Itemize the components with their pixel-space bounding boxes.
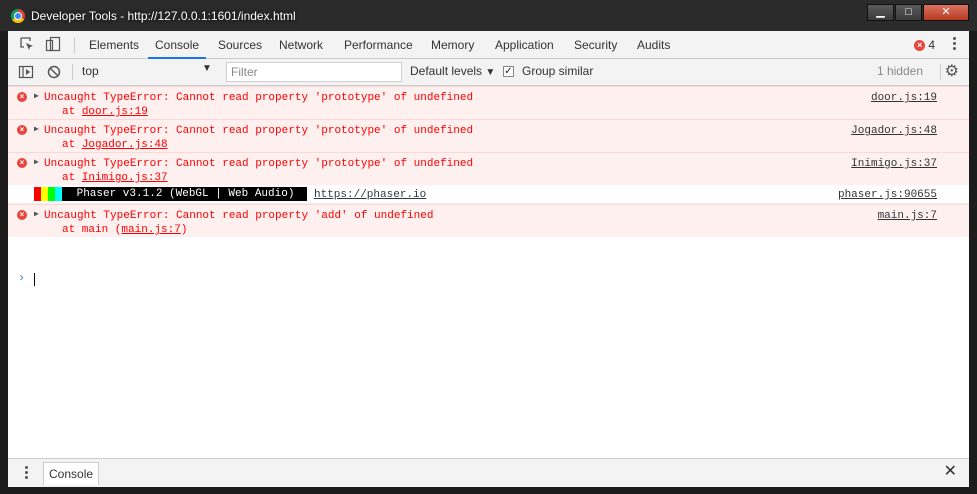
phaser-banner: Phaser v3.1.2 (WebGL | Web Audio) <box>34 187 308 201</box>
close-icon[interactable]: ✕ <box>944 463 957 481</box>
panel-tabbar: Elements Console Sources Network Perform… <box>8 31 969 59</box>
stack-at-prefix: at main ( <box>62 224 122 236</box>
hidden-count: 1 hidden <box>876 64 923 78</box>
source-link[interactable]: Inimigo.js:37 <box>851 157 937 171</box>
source-link[interactable]: Jogador.js:48 <box>851 124 937 138</box>
console-error-row: × ▶ Uncaught TypeError: Cannot read prop… <box>8 204 969 237</box>
error-icon: × <box>17 125 27 135</box>
more-options-icon[interactable] <box>953 37 957 53</box>
group-similar-label: Group similar <box>522 64 594 78</box>
expand-triangle-icon[interactable]: ▶ <box>34 158 39 168</box>
console-error-row: × ▶ Uncaught TypeError: Cannot read prop… <box>8 152 969 185</box>
stack-at-label: at <box>62 106 76 118</box>
tab-network[interactable]: Network <box>279 31 323 59</box>
drawer-tab-console[interactable]: Console <box>43 462 100 485</box>
banner-stripe-red <box>34 187 41 201</box>
window-title: Developer Tools - http://127.0.0.1:1601/… <box>31 9 296 23</box>
source-link[interactable]: phaser.js:90655 <box>838 188 937 202</box>
console-error-row: × ▶ Uncaught TypeError: Cannot read prop… <box>8 119 969 152</box>
minimize-button[interactable]: ▁ <box>867 4 894 21</box>
expand-triangle-icon[interactable]: ▶ <box>34 210 39 220</box>
tab-memory[interactable]: Memory <box>431 31 474 59</box>
text-caret <box>34 273 35 286</box>
console-messages: × ▶ Uncaught TypeError: Cannot read prop… <box>8 86 969 237</box>
stack-line: at door.js:19 <box>62 105 148 119</box>
error-icon: × <box>914 39 926 51</box>
gear-icon[interactable]: ⚙ <box>945 64 959 80</box>
stack-link[interactable]: main.js:7 <box>121 224 180 236</box>
context-dropdown-icon[interactable]: ▼ <box>202 63 212 74</box>
error-message: Uncaught TypeError: Cannot read property… <box>44 92 474 104</box>
clear-console-icon[interactable] <box>46 64 62 80</box>
tab-security[interactable]: Security <box>574 31 617 59</box>
error-message: Uncaught TypeError: Cannot read property… <box>44 158 474 170</box>
expand-triangle-icon[interactable]: ▶ <box>34 125 39 135</box>
maximize-button[interactable]: □ <box>895 4 922 21</box>
drawer-menu-icon[interactable] <box>25 466 28 481</box>
stack-line: at Jogador.js:48 <box>62 138 168 152</box>
context-select[interactable]: top <box>82 64 99 78</box>
chevron-down-icon: ▼ <box>485 67 496 78</box>
error-count: 4 <box>928 38 935 52</box>
toolbar-divider <box>72 64 73 80</box>
error-icon: × <box>17 92 27 102</box>
phaser-url-link[interactable]: https://phaser.io <box>314 188 426 202</box>
stack-link[interactable]: Jogador.js:48 <box>82 139 168 151</box>
log-levels-dropdown[interactable]: Default levels ▼ <box>410 64 495 78</box>
tab-application[interactable]: Application <box>495 31 554 59</box>
show-sidebar-icon[interactable] <box>18 64 34 80</box>
prompt-chevron-icon: › <box>18 271 26 285</box>
filter-input[interactable] <box>226 62 402 82</box>
inspect-element-icon[interactable] <box>19 36 35 52</box>
close-window-button[interactable]: ✕ <box>923 4 969 21</box>
device-toolbar-icon[interactable] <box>45 36 61 52</box>
error-icon: × <box>17 210 27 220</box>
console-error-row: × ▶ Uncaught TypeError: Cannot read prop… <box>8 86 969 119</box>
source-link[interactable]: door.js:19 <box>871 91 937 105</box>
tab-elements[interactable]: Elements <box>89 31 139 59</box>
chrome-icon <box>11 9 25 23</box>
tab-audits[interactable]: Audits <box>637 31 670 59</box>
banner-stripe-yellow <box>41 187 48 201</box>
error-icon: × <box>17 158 27 168</box>
stack-line: at Inimigo.js:37 <box>62 171 168 185</box>
group-similar-checkbox[interactable]: ✓ <box>503 66 514 77</box>
console-drawer: Console ✕ <box>8 458 969 487</box>
devtools-frame: Elements Console Sources Network Perform… <box>8 31 969 487</box>
stack-at-label: at <box>62 139 76 151</box>
window-controls: ▁ □ ✕ <box>866 4 969 21</box>
tab-console[interactable]: Console <box>148 31 207 59</box>
window-titlebar: Developer Tools - http://127.0.0.1:1601/… <box>0 0 977 31</box>
tab-sources[interactable]: Sources <box>218 31 262 59</box>
error-counter[interactable]: × 4 <box>914 38 935 52</box>
expand-triangle-icon[interactable]: ▶ <box>34 92 39 102</box>
console-toolbar: top ▼ Default levels ▼ ✓ Group similar 1… <box>8 59 969 86</box>
phaser-version-label: Phaser v3.1.2 (WebGL | Web Audio) <box>62 187 308 201</box>
log-levels-label: Default levels <box>410 64 483 78</box>
tabbar-divider <box>74 37 75 53</box>
error-message: Uncaught TypeError: Cannot read property… <box>44 210 434 222</box>
tab-performance[interactable]: Performance <box>344 31 413 59</box>
stack-link[interactable]: door.js:19 <box>82 106 148 118</box>
stack-line: at main (main.js:7) <box>62 223 187 237</box>
stack-at-suffix: ) <box>180 224 188 236</box>
stack-link[interactable]: Inimigo.js:37 <box>82 172 168 184</box>
toolbar-divider <box>940 64 941 80</box>
console-log-row: Phaser v3.1.2 (WebGL | Web Audio) https:… <box>8 185 969 204</box>
source-link[interactable]: main.js:7 <box>878 209 937 223</box>
banner-stripe-green <box>48 187 55 201</box>
error-message: Uncaught TypeError: Cannot read property… <box>44 125 474 137</box>
banner-stripe-cyan <box>55 187 62 201</box>
stack-at-label: at <box>62 172 76 184</box>
